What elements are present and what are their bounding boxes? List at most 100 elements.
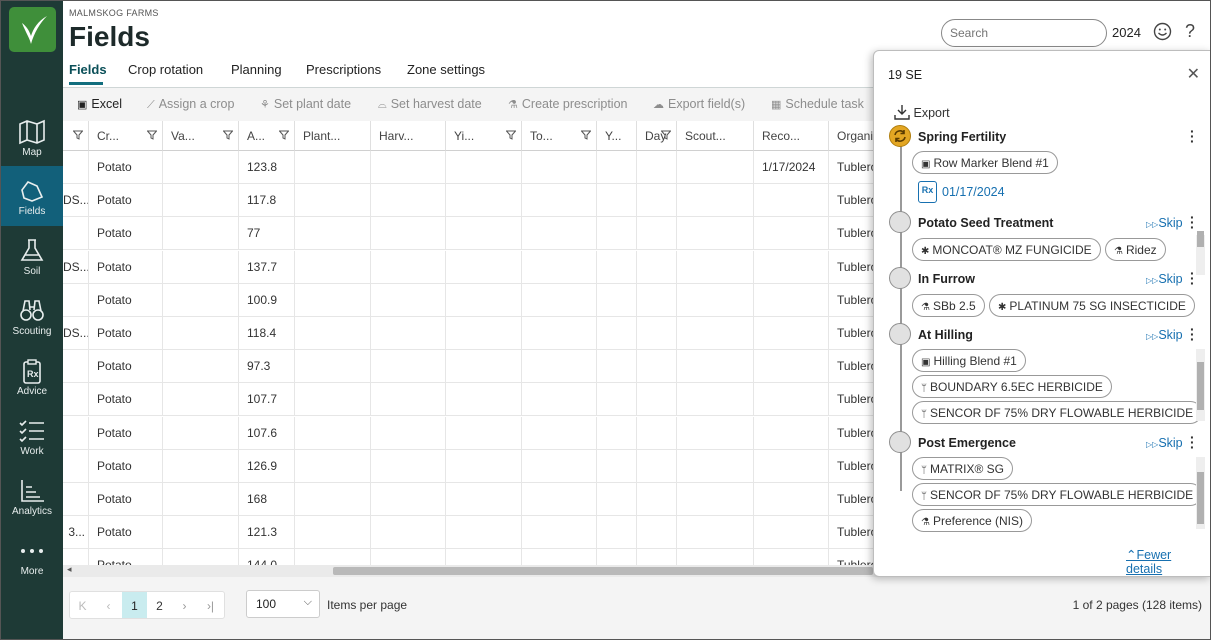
help-icon[interactable]: ? — [1185, 21, 1195, 42]
prev-page-icon[interactable]: ‹ — [96, 592, 121, 618]
product-chip[interactable]: ▣ Row Marker Blend #1 — [912, 151, 1058, 174]
prescription-icon[interactable]: Rx — [918, 181, 937, 203]
product-chip[interactable]: ᛘ MATRIX® SG — [912, 457, 1013, 480]
tab-crop-rotation[interactable]: Crop rotation — [128, 62, 203, 77]
stage-scrollbar[interactable] — [1196, 231, 1205, 275]
skip-button[interactable]: ▷▷Skip — [1146, 216, 1183, 230]
nav-item-soil[interactable]: Soil — [1, 226, 63, 286]
set-harvest-date-button[interactable]: ⌓ Set harvest date — [378, 97, 482, 112]
items-per-page-select[interactable]: 100 ⌵ — [246, 590, 320, 618]
nav-item-fields[interactable]: Fields — [1, 166, 63, 226]
stage-scrollbar[interactable] — [1196, 457, 1205, 529]
cell-y — [597, 283, 637, 317]
header-total[interactable]: To... — [522, 121, 597, 151]
header-y[interactable]: Y... — [597, 121, 637, 151]
cell-harvest-date — [371, 184, 446, 218]
header-variety[interactable]: Va... — [163, 121, 239, 151]
cell-y — [597, 416, 637, 450]
nav-item-map[interactable]: Map — [1, 107, 63, 167]
nav-item-scouting[interactable]: Scouting — [1, 286, 63, 346]
next-page-icon[interactable]: › — [172, 592, 197, 618]
search-input[interactable] — [941, 19, 1107, 47]
cell-variety — [163, 151, 239, 184]
product-chip[interactable]: ᛘ SENCOR DF 75% DRY FLOWABLE HERBICIDE — [912, 483, 1203, 506]
cell-yield — [446, 449, 522, 483]
pagination: K ‹ 1 2 › ›| — [69, 591, 225, 619]
header-day[interactable]: Day — [637, 121, 677, 151]
cell-variety — [163, 250, 239, 284]
filter-icon[interactable] — [581, 130, 591, 140]
skip-button[interactable]: ▷▷Skip — [1146, 328, 1183, 342]
skip-button[interactable]: ▷▷Skip — [1146, 436, 1183, 450]
nav-item-advice[interactable]: Rx Advice — [1, 346, 63, 406]
header-harvest-date[interactable]: Harv... — [371, 121, 446, 151]
prescription-date-link[interactable]: 01/17/2024 — [942, 185, 1005, 199]
last-page-icon[interactable]: ›| — [198, 592, 223, 618]
tab-planning[interactable]: Planning — [231, 62, 282, 77]
set-harvest-date-label: Set harvest date — [390, 97, 482, 111]
skip-button[interactable]: ▷▷Skip — [1146, 272, 1183, 286]
filter-icon[interactable] — [147, 130, 157, 140]
cell-first — [63, 350, 89, 384]
excel-button[interactable]: ▣ Excel — [77, 97, 122, 111]
export-fields-button[interactable]: ☁ Export field(s) — [653, 97, 745, 111]
set-plant-date-button[interactable]: ⚘ Set plant date — [260, 97, 351, 111]
app-logo[interactable] — [9, 7, 56, 52]
schedule-task-button[interactable]: ▦ Schedule task — [771, 97, 864, 111]
flask-icon — [20, 239, 44, 261]
header-area[interactable]: A... — [239, 121, 295, 151]
feedback-smiley-icon[interactable] — [1153, 22, 1172, 41]
filter-icon[interactable] — [279, 130, 289, 140]
filter-icon[interactable] — [73, 130, 83, 140]
filter-icon[interactable] — [506, 130, 516, 140]
header-first[interactable] — [63, 121, 89, 151]
kebab-menu-icon[interactable]: · · · — [1190, 210, 1195, 234]
header-crop[interactable]: Cr... — [89, 121, 163, 151]
header-scouting[interactable]: Scout... — [677, 121, 754, 151]
first-page-icon[interactable]: K — [70, 592, 95, 618]
header-recommendation[interactable]: Reco... — [754, 121, 829, 151]
tab-zone-settings[interactable]: Zone settings — [407, 62, 485, 77]
horizontal-scroll-thumb[interactable] — [333, 567, 873, 575]
filter-icon[interactable] — [661, 130, 671, 140]
year-selector[interactable]: 2024 — [1112, 25, 1141, 40]
header-plant-date[interactable]: Plant... — [295, 121, 371, 151]
panel-export-button[interactable]: Export — [894, 104, 950, 120]
filter-icon[interactable] — [223, 130, 233, 140]
product-chip[interactable]: ⚗ Ridez — [1105, 238, 1166, 261]
product-chip[interactable]: ⚗ SBb 2.5 — [912, 294, 985, 317]
product-chip[interactable]: ⚗ Preference (NIS) — [912, 509, 1032, 532]
close-icon[interactable]: ✕ — [1187, 64, 1200, 84]
page-2-button[interactable]: 2 — [147, 592, 172, 618]
stage-scroll-thumb[interactable] — [1197, 362, 1204, 410]
kebab-menu-icon[interactable]: · · · — [1190, 266, 1195, 290]
product-chip[interactable]: ▣ Hilling Blend #1 — [912, 349, 1026, 372]
product-chip[interactable]: ᛘ BOUNDARY 6.5EC HERBICIDE — [912, 375, 1112, 398]
cell-harvest-date — [371, 449, 446, 483]
stage-scrollbar[interactable] — [1196, 349, 1205, 421]
tab-prescriptions[interactable]: Prescriptions — [306, 62, 381, 77]
page-1-button[interactable]: 1 — [122, 592, 147, 618]
product-chip-label: Hilling Blend #1 — [933, 354, 1017, 368]
stage-scroll-thumb[interactable] — [1197, 472, 1204, 524]
create-prescription-button[interactable]: ⚗ Create prescription — [508, 97, 627, 111]
tab-fields[interactable]: Fields — [69, 62, 107, 77]
kebab-menu-icon[interactable]: · · · — [1190, 430, 1195, 454]
nav-label-advice: Advice — [16, 386, 47, 397]
nav-item-more[interactable]: More — [1, 526, 63, 586]
assign-crop-button[interactable]: ⟋ Assign a crop — [147, 97, 234, 112]
kebab-menu-icon[interactable]: · · · — [1190, 322, 1195, 346]
product-chip[interactable]: ᛘ SENCOR DF 75% DRY FLOWABLE HERBICIDE — [912, 401, 1203, 424]
product-chip[interactable]: ✱ MONCOAT® MZ FUNGICIDE — [912, 238, 1101, 261]
kebab-menu-icon[interactable]: · · · — [1190, 124, 1195, 148]
cell-plant-date — [295, 350, 371, 384]
nav-item-analytics[interactable]: Analytics — [1, 466, 63, 526]
stage-scroll-thumb[interactable] — [1197, 231, 1204, 247]
fewer-details-link[interactable]: ⌃Fewer details — [1126, 547, 1210, 576]
scroll-left-arrow-icon[interactable]: ◂ — [67, 564, 72, 575]
header-yield[interactable]: Yi... — [446, 121, 522, 151]
product-chip[interactable]: ✱ PLATINUM 75 SG INSECTICIDE — [989, 294, 1195, 317]
nav-item-work[interactable]: Work — [1, 406, 63, 466]
cell-scouting — [677, 151, 754, 184]
download-icon — [894, 105, 910, 120]
